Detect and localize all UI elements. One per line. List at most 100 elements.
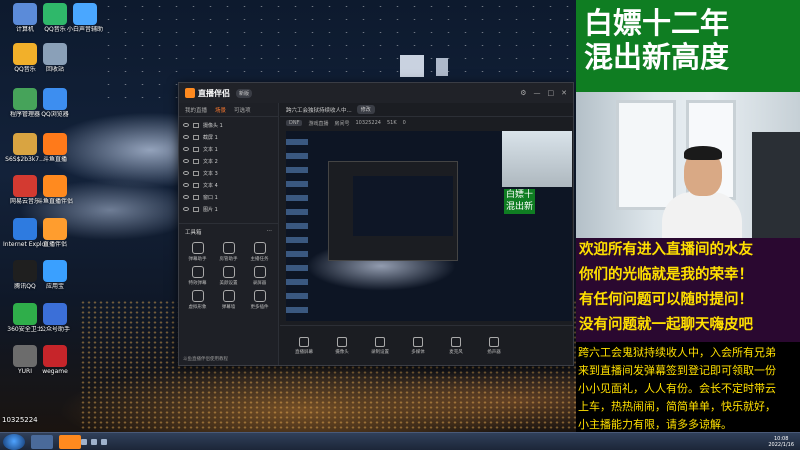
bottom-tool-button[interactable]: 扬声器: [480, 336, 508, 355]
tab-scene[interactable]: 场景: [215, 106, 226, 114]
game-tag[interactable]: DNF: [286, 120, 303, 126]
scene-item-label: 文本 1: [203, 146, 218, 153]
toolbox-tool[interactable]: 更多插件: [245, 290, 274, 310]
minimize-icon[interactable]: —: [534, 89, 541, 97]
tool-label: 主播任务: [250, 257, 269, 262]
bottom-tool-button[interactable]: 直播屏幕: [290, 336, 318, 355]
scene-item[interactable]: 文本 4: [183, 179, 274, 191]
tray-network-icon[interactable]: [81, 438, 87, 445]
welcome-line: 有任何问题可以随时提问！: [579, 292, 753, 308]
taskbar-clock[interactable]: 10:08 2022/1/16: [768, 436, 794, 448]
start-button[interactable]: [3, 433, 25, 450]
desktop-icon-label: 斗鱼直播伴侣: [36, 198, 73, 205]
toolbox-tool[interactable]: 特效弹幕: [183, 266, 212, 286]
scene-item[interactable]: 窗口 1: [183, 191, 274, 203]
tool-icon: [253, 290, 266, 302]
douyu-icon: [43, 133, 67, 155]
stream-title-line-1: 白嫖十二年: [584, 6, 730, 40]
scene-tabs: 我的直播 场景 可选项: [179, 103, 278, 117]
visibility-eye-icon[interactable]: [183, 135, 189, 139]
toolbox-tool[interactable]: 弹幕墙: [214, 290, 243, 310]
scene-item[interactable]: 文本 1: [183, 143, 274, 155]
desktop-icon-label: 直播伴侣: [42, 241, 67, 248]
scene-item[interactable]: 文本 2: [183, 155, 274, 167]
desktop-icon-label: wegame: [42, 368, 68, 375]
visibility-eye-icon[interactable]: [183, 183, 189, 187]
tray-ime-icon[interactable]: [101, 438, 107, 445]
scene-item-label: 文本 2: [203, 158, 218, 165]
welcome-line: 没有问题就一起聊天嗨皮吧: [579, 317, 753, 333]
desktop-icon[interactable]: 直播伴侣: [33, 218, 77, 249]
tool-label: 美颜设置: [219, 281, 238, 286]
source-type-icon: [193, 146, 199, 152]
bottom-tool-button[interactable]: 多媒体: [404, 336, 432, 355]
app-body: 我的直播 场景 可选项 摄像头 1 截屏 1 文本 1 文本 2 文本 3 文本 4 窗口 …: [179, 103, 573, 365]
toolbox-tool[interactable]: 弹幕助手: [183, 242, 212, 262]
maximize-icon[interactable]: □: [548, 89, 555, 97]
welcome-line: 你们的光临就是我的荣幸！: [579, 267, 753, 283]
tray-volume-icon[interactable]: [91, 438, 97, 445]
toolbox-grid: 弹幕助手 房管助手 主播任务特效弹幕 美颜设置 录屏器虚拟形象 弹幕墙 更多插件: [179, 240, 278, 312]
tool-label: 弹幕墙: [221, 305, 236, 310]
bottom-tool-button[interactable]: 录制设置: [366, 336, 394, 355]
close-icon[interactable]: ✕: [561, 89, 567, 97]
toolbox-tool[interactable]: 美颜设置: [214, 266, 243, 286]
settings-icon[interactable]: ⚙: [520, 89, 526, 97]
webcam-person-body: [662, 192, 742, 238]
scene-item[interactable]: 图片 1: [183, 203, 274, 215]
building-decoration-2: [436, 58, 448, 76]
tab-options[interactable]: 可选项: [234, 106, 251, 114]
preview-desktop-icons: [286, 131, 308, 321]
scene-item[interactable]: 截屏 1: [183, 131, 274, 143]
viewer-count: 51K: [386, 120, 397, 126]
taskbar-live-assistant-icon[interactable]: [59, 434, 81, 449]
desktop-icon[interactable]: 小白声音辅助: [63, 3, 107, 34]
scene-item-label: 文本 4: [203, 182, 218, 189]
toolbox-more-icon[interactable]: ⋯: [267, 228, 273, 236]
desktop-icon[interactable]: QQ浏览器: [33, 88, 77, 119]
tool-icon: [222, 290, 235, 302]
bottom-tool-button[interactable]: 麦克风: [442, 336, 470, 355]
desktop-icon[interactable]: 应用宝: [33, 260, 77, 291]
visibility-eye-icon[interactable]: [183, 147, 189, 151]
tab-my-live[interactable]: 我的直播: [185, 106, 207, 114]
tool-label: 虚拟形象: [188, 305, 207, 310]
visibility-eye-icon[interactable]: [183, 123, 189, 127]
app-name: 直播伴侣: [198, 88, 230, 98]
tool-icon: [253, 266, 266, 278]
desktop-icon[interactable]: 公众号助手: [33, 303, 77, 334]
toolbox-tool[interactable]: 主播任务: [245, 242, 274, 262]
toolbox-tool[interactable]: 虚拟形象: [183, 290, 212, 310]
source-type-icon: [193, 170, 199, 176]
bottom-tool-icon: [337, 336, 347, 347]
visibility-eye-icon[interactable]: [183, 195, 189, 199]
visibility-eye-icon[interactable]: [183, 171, 189, 175]
scene-item-label: 截屏 1: [203, 134, 218, 141]
bottom-tool-button[interactable]: 摄像头: [328, 336, 356, 355]
stream-preview[interactable]: 白嫖十 混出新: [286, 131, 572, 321]
bottom-tool-label: 麦克风: [449, 349, 463, 355]
visibility-eye-icon[interactable]: [183, 159, 189, 163]
taskbar-explorer-icon[interactable]: [31, 434, 53, 449]
live-assistant-window: 直播伴侣 新版 ⚙ — □ ✕ 我的直播 场景 可选项 摄像头 1 截屏 1 文本 …: [178, 82, 574, 366]
tutorial-link[interactable]: 斗鱼直播伴侣使用教程: [183, 356, 228, 362]
desktop-icon[interactable]: 斗鱼直播: [33, 133, 77, 164]
toolbox-tool[interactable]: 录屏器: [245, 266, 274, 286]
toolbox-tool[interactable]: 房管助手: [214, 242, 243, 262]
desktop-icon[interactable]: 回收站: [33, 43, 77, 74]
scene-item[interactable]: 文本 3: [183, 167, 274, 179]
edit-title-button[interactable]: 修改: [356, 105, 375, 114]
category-label: 游戏直播: [308, 120, 329, 127]
assistant-icon: [43, 303, 67, 325]
room-label: 房间号: [334, 120, 350, 127]
version-badge[interactable]: 新版: [236, 88, 253, 98]
visibility-eye-icon[interactable]: [183, 207, 189, 211]
desktop-icon[interactable]: wegame: [33, 345, 77, 376]
desktop-icon-label: 公众号助手: [39, 326, 70, 333]
bottom-tool-label: 扬声器: [487, 349, 501, 355]
app-titlebar: 直播伴侣 新版 ⚙ — □ ✕: [179, 83, 573, 103]
scene-item[interactable]: 摄像头 1: [183, 119, 274, 131]
douyu-assistant-icon: [43, 175, 67, 197]
webcam-feed: [576, 92, 800, 238]
desktop-icon[interactable]: 斗鱼直播伴侣: [33, 175, 77, 206]
